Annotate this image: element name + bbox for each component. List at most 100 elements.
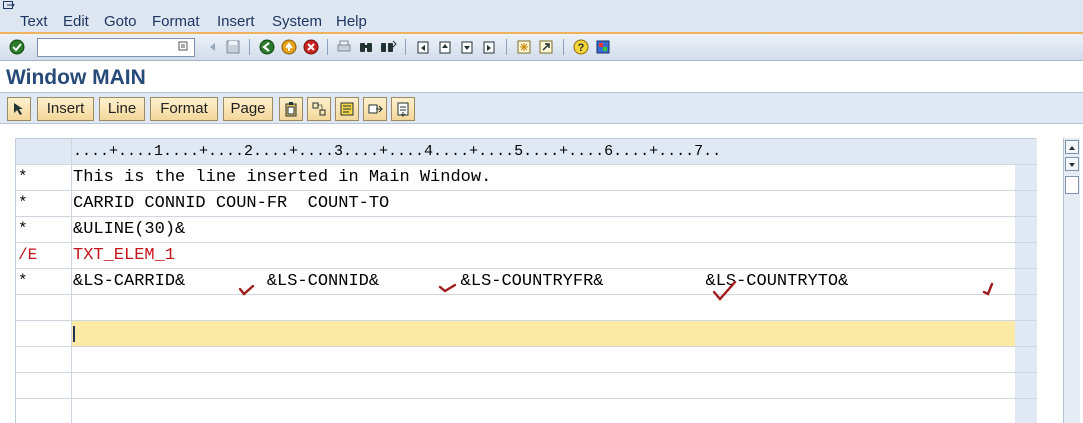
right-gutter (1015, 191, 1037, 216)
find-next-icon[interactable] (379, 38, 397, 56)
menu-goto[interactable]: Goto (104, 13, 137, 30)
title-area: Window MAIN (0, 61, 1083, 92)
clipboard-icon (397, 102, 409, 117)
current-line[interactable] (16, 321, 1037, 347)
menu-insert[interactable]: Insert (217, 13, 255, 30)
menu-text[interactable]: Text (20, 13, 48, 30)
line-text[interactable]: &LS-CARRID& &LS-CONNID& &LS-COUNTRYFR& &… (72, 269, 1015, 294)
editor-line[interactable] (16, 347, 1037, 373)
last-page-icon[interactable] (480, 38, 498, 56)
paragraph-format[interactable]: * (16, 165, 72, 190)
scroll-thumb[interactable] (1065, 176, 1079, 194)
enter-icon[interactable] (8, 38, 26, 56)
svg-text:?: ? (578, 42, 585, 54)
paragraph-format[interactable] (16, 399, 72, 423)
editor-line[interactable]: /E TXT_ELEM_1 (16, 243, 1037, 269)
toolbar-separator (249, 39, 250, 55)
right-gutter (1015, 347, 1037, 372)
editor-line[interactable]: * CARRID CONNID COUN-FR COUNT-TO (16, 191, 1037, 217)
editor-line[interactable]: * &ULINE(30)& (16, 217, 1037, 243)
line-text[interactable] (72, 321, 1015, 346)
exit-icon[interactable] (280, 38, 298, 56)
editor-line[interactable] (16, 399, 1037, 423)
application-toolbar: Insert Line Format Page (0, 92, 1083, 124)
green-back-icon[interactable] (258, 38, 276, 56)
first-page-icon[interactable] (414, 38, 432, 56)
split-lines-button[interactable] (307, 97, 331, 121)
arrow-down-icon (1069, 163, 1075, 167)
menu-help[interactable]: Help (336, 13, 367, 30)
line-button[interactable]: Line (99, 97, 145, 121)
text-editor[interactable]: ....+....1....+....2....+....3....+....4… (15, 138, 1037, 423)
previous-page-icon[interactable] (436, 38, 454, 56)
editor-line[interactable] (16, 373, 1037, 399)
paragraph-format[interactable] (16, 373, 72, 398)
command-history-icon[interactable] (178, 41, 188, 51)
paragraph-format[interactable] (16, 321, 72, 346)
select-button[interactable] (7, 97, 31, 121)
scroll-up-button[interactable] (1065, 140, 1079, 154)
line-text[interactable]: This is the line inserted in Main Window… (72, 165, 1015, 190)
line-text[interactable] (72, 347, 1015, 372)
editor-line[interactable]: * &LS-CARRID& &LS-CONNID& &LS-COUNTRYFR&… (16, 269, 1037, 301)
line-text[interactable] (72, 373, 1015, 398)
toolbar-separator (563, 39, 564, 55)
paragraph-format[interactable]: /E (16, 243, 72, 268)
paste-icon (285, 102, 297, 117)
insert-button[interactable]: Insert (37, 97, 94, 121)
command-field[interactable] (37, 38, 195, 57)
menu-edit[interactable]: Edit (63, 13, 89, 30)
paragraph-format[interactable] (16, 347, 72, 372)
paragraph-format[interactable] (16, 295, 72, 320)
cancel-icon[interactable] (302, 38, 320, 56)
format-button[interactable]: Format (150, 97, 218, 121)
help-icon[interactable]: ? (572, 38, 590, 56)
split-lines-icon (312, 102, 326, 116)
page-button[interactable]: Page (223, 97, 273, 121)
print-icon[interactable] (335, 38, 353, 56)
page-title: Window MAIN (6, 66, 146, 89)
ruler: ....+....1....+....2....+....3....+....4… (72, 139, 1015, 164)
paragraph-format[interactable]: * (16, 191, 72, 216)
line-text[interactable] (72, 295, 1015, 320)
next-page-icon[interactable] (458, 38, 476, 56)
right-gutter (1015, 399, 1037, 423)
check-mark-icon (438, 283, 457, 293)
line-text[interactable]: &ULINE(30)& (72, 217, 1015, 242)
work-area: ....+....1....+....2....+....3....+....4… (0, 124, 1083, 423)
right-gutter (1015, 139, 1037, 164)
find-icon[interactable] (357, 38, 375, 56)
right-gutter (1015, 217, 1037, 242)
back-icon[interactable] (204, 38, 222, 56)
system-menu-icon[interactable] (3, 1, 15, 11)
clipboard-button[interactable] (391, 97, 415, 121)
move-button[interactable] (363, 97, 387, 121)
right-gutter (1015, 321, 1037, 346)
customize-layout-icon[interactable] (594, 38, 612, 56)
line-text[interactable]: CARRID CONNID COUN-FR COUNT-TO (72, 191, 1015, 216)
paste-button[interactable] (279, 97, 303, 121)
standard-toolbar: ? (0, 32, 1083, 61)
move-icon (368, 104, 383, 114)
paragraph-format[interactable]: * (16, 269, 72, 294)
line-text[interactable] (72, 399, 1015, 423)
create-session-icon[interactable] (515, 38, 533, 56)
right-gutter (1015, 295, 1037, 320)
shortcut-icon[interactable] (537, 38, 555, 56)
menu-system[interactable]: System (272, 13, 322, 30)
editor-line[interactable] (16, 295, 1037, 321)
ruler-row: ....+....1....+....2....+....3....+....4… (16, 139, 1037, 165)
copy-block-button[interactable] (335, 97, 359, 121)
arrow-up-icon (1069, 146, 1075, 150)
paragraph-format[interactable]: * (16, 217, 72, 242)
line-text[interactable]: TXT_ELEM_1 (72, 243, 1015, 268)
menu-format[interactable]: Format (152, 13, 200, 30)
editor-line[interactable]: * This is the line inserted in Main Wind… (16, 165, 1037, 191)
save-icon[interactable] (224, 38, 242, 56)
copy-block-icon (340, 102, 354, 116)
menu-bar: Text Edit Goto Format Insert System Help (0, 0, 1083, 32)
scroll-down-button[interactable] (1065, 157, 1079, 171)
right-gutter (1015, 165, 1037, 190)
right-gutter (1015, 373, 1037, 398)
vertical-scrollbar[interactable] (1063, 138, 1080, 423)
